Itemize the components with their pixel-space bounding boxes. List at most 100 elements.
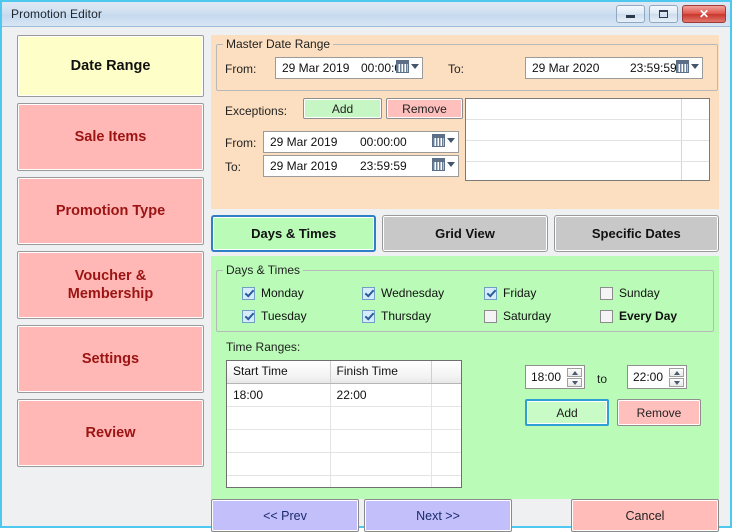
chevron-down-icon [447,138,455,143]
exceptions-add-button[interactable]: Add [303,98,382,119]
exceptions-list[interactable] [465,98,710,181]
table-row[interactable]: 18:00 22:00 [227,384,461,407]
window-title: Promotion Editor [11,7,102,21]
finish-time-stepper[interactable] [669,368,684,387]
checkbox-monday[interactable]: Monday [242,286,304,300]
sidebar-item-date-range[interactable]: Date Range [17,35,204,97]
next-label: Next >> [416,508,460,523]
finish-time-spinner[interactable]: 22:00 [627,365,687,389]
cell-blank [432,384,461,406]
thursday-checkbox-box[interactable] [362,309,375,323]
master-from-datetime-field[interactable]: 29 Mar 2019 00:00:00 [275,57,423,79]
minimize-icon [617,6,644,22]
master-to-datetime-field[interactable]: 29 Mar 2020 23:59:59 [525,57,703,79]
sidebar-item-label: Date Range [70,57,151,74]
table-row-empty[interactable] [227,407,461,430]
tab-label: Specific Dates [591,226,681,241]
master-to-calendar-dropdown[interactable] [676,60,699,73]
checkbox-wednesday[interactable]: Wednesday [362,286,444,300]
checkbox-label: Saturday [503,309,552,323]
start-time-stepper[interactable] [567,368,582,387]
table-row-empty[interactable] [227,430,461,453]
stepper-up-icon[interactable] [669,368,684,377]
checkbox-thursday[interactable]: Thursday [362,309,431,323]
next-button[interactable]: Next >> [364,499,512,532]
sidebar-item-sale-items[interactable]: Sale Items [17,103,204,171]
saturday-checkbox-box[interactable] [484,309,497,323]
calendar-icon [676,60,689,73]
wednesday-checkbox-box[interactable] [362,286,375,300]
sunday-checkbox-box[interactable] [600,286,613,300]
tuesday-checkbox-box[interactable] [242,309,255,323]
time-range-remove-button[interactable]: Remove [617,399,701,426]
every-day-checkbox-box[interactable] [600,309,613,323]
client-area: Date Range Sale Items Promotion Type Vou… [4,27,728,532]
checkbox-sunday[interactable]: Sunday [600,286,660,300]
calendar-icon [432,134,445,147]
start-time-spinner[interactable]: 18:00 [525,365,585,389]
time-ranges-table[interactable]: Start Time Finish Time 18:00 22:00 [226,360,462,488]
wizard-sidebar: Date Range Sale Items Promotion Type Vou… [17,35,204,473]
maximize-button[interactable] [649,5,678,23]
table-row-empty[interactable] [227,476,461,487]
exceptions-remove-button[interactable]: Remove [386,98,463,119]
master-to-time-value: 23:59:59 [630,61,677,75]
calendar-icon [396,60,409,73]
chevron-down-icon [447,162,455,167]
minimize-button[interactable] [616,5,645,23]
master-from-label: From: [225,62,257,76]
checkbox-label: Monday [261,286,304,300]
window-controls: ✕ [616,5,726,23]
remove-label: Remove [636,405,682,420]
table-header-row: Start Time Finish Time [227,361,461,384]
close-icon: ✕ [698,7,710,21]
sidebar-item-settings[interactable]: Settings [17,325,204,393]
stepper-up-icon[interactable] [567,368,582,377]
time-range-add-button[interactable]: Add [525,399,609,426]
chevron-down-icon [691,64,699,69]
sidebar-item-label: Review [85,424,136,441]
checkbox-tuesday[interactable]: Tuesday [242,309,307,323]
exceptions-to-calendar-dropdown[interactable] [432,158,455,171]
table-row-empty[interactable] [227,453,461,476]
exceptions-add-label: Add [331,101,354,116]
checkbox-friday[interactable]: Friday [484,286,536,300]
sidebar-item-review[interactable]: Review [17,399,204,467]
calendar-icon [432,158,445,171]
checkbox-label: Tuesday [261,309,307,323]
exceptions-label: Exceptions: [225,104,288,118]
maximize-icon [650,6,677,22]
chevron-down-icon [411,64,419,69]
cancel-button[interactable]: Cancel [571,499,719,532]
close-button[interactable]: ✕ [682,5,726,23]
exceptions-from-datetime-field[interactable]: 29 Mar 2019 00:00:00 [263,131,459,153]
exceptions-to-time-value: 23:59:59 [360,159,407,173]
exceptions-to-datetime-field[interactable]: 29 Mar 2019 23:59:59 [263,155,459,177]
friday-checkbox-box[interactable] [484,286,497,300]
checkbox-saturday[interactable]: Saturday [484,309,551,323]
exceptions-from-calendar-dropdown[interactable] [432,134,455,147]
tab-label: Grid View [435,226,495,241]
master-from-calendar-dropdown[interactable] [396,60,419,73]
sidebar-item-voucher-membership[interactable]: Voucher & Membership [17,251,204,319]
sidebar-item-label: Settings [81,350,140,367]
column-header-start-time: Start Time [227,361,331,383]
sidebar-item-label: Voucher & Membership [67,267,154,302]
tab-days-and-times[interactable]: Days & Times [211,215,377,252]
cell-start-time: 18:00 [227,384,331,406]
prev-button[interactable]: << Prev [211,499,359,532]
sidebar-item-promotion-type[interactable]: Promotion Type [17,177,204,245]
tab-grid-view[interactable]: Grid View [382,215,548,252]
checkbox-label: Every Day [619,309,678,323]
stepper-down-icon[interactable] [567,378,582,387]
days-times-panel: Days & Times Monday Wednesday Friday Sun… [211,256,719,499]
date-range-panel: Master Date Range From: 29 Mar 2019 00:0… [211,35,719,209]
exceptions-remove-label: Remove [402,101,447,116]
cell-finish-time: 22:00 [331,384,433,406]
prev-label: << Prev [263,508,307,523]
stepper-down-icon[interactable] [669,378,684,387]
tab-specific-dates[interactable]: Specific Dates [553,215,719,252]
monday-checkbox-box[interactable] [242,286,255,300]
column-header-blank [432,361,461,383]
checkbox-every-day[interactable]: Every Day [600,309,677,323]
